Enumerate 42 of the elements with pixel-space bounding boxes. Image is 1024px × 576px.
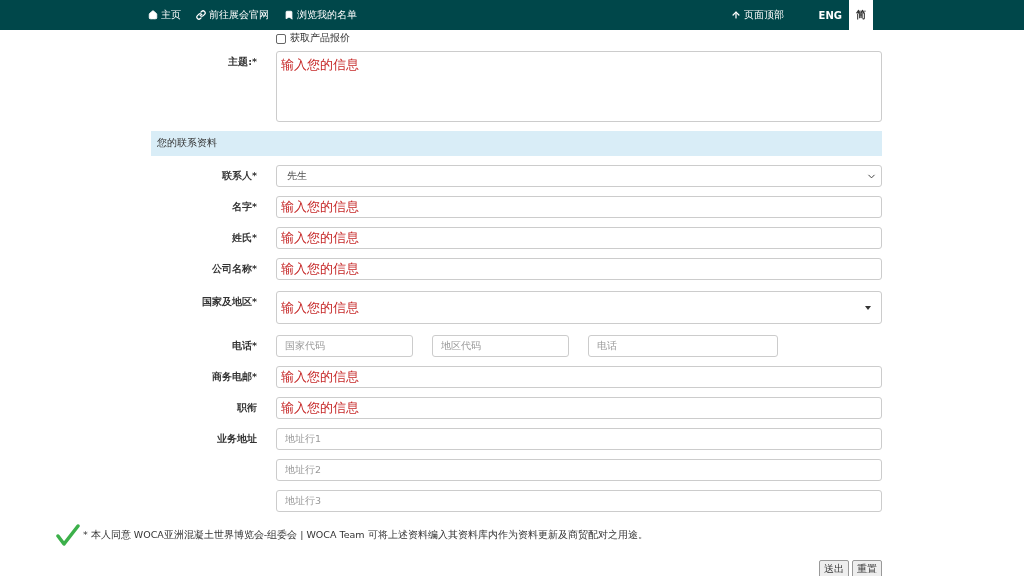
top-link[interactable]: 页面顶部 — [730, 0, 784, 30]
field-label: 名字* — [231, 200, 257, 214]
consent-text: * 本人同意 WOCA亚洲混凝土世界博览会-组委会 | WOCA Team 可将上述资料编入其资料库内作为资料更新及商贸配对之用途。 — [83, 528, 648, 542]
language-tab[interactable]: ENG — [811, 0, 849, 30]
field-label: 业务地址 — [216, 432, 257, 446]
field-label: 职衔 — [236, 401, 257, 415]
text-area[interactable]: 输入您的信息 — [276, 51, 882, 122]
field-label: 联系人* — [221, 169, 257, 183]
input-field[interactable]: 输入您的信息 — [276, 258, 882, 280]
dropdown-field[interactable]: 输入您的信息 — [276, 291, 882, 324]
language-tab[interactable]: 简 — [849, 0, 873, 30]
section-title: 您的联系资料 — [157, 137, 217, 150]
checkbox-label: 获取产品报价 — [290, 32, 350, 45]
checkbox[interactable] — [276, 33, 286, 44]
input-field[interactable]: 地址行2 — [276, 459, 882, 481]
field-label: 商务电邮* — [211, 370, 257, 384]
caret-icon — [865, 305, 871, 310]
field-label: 国家及地区* — [201, 295, 257, 309]
arrow-up-icon — [730, 10, 741, 20]
link-icon — [196, 10, 206, 20]
reset-button[interactable]: 重置 — [852, 560, 882, 576]
input-field[interactable]: 地址行3 — [276, 490, 882, 512]
input-field[interactable]: 地区代码 — [432, 335, 569, 357]
check-icon[interactable] — [56, 524, 80, 546]
bookmark-icon — [284, 10, 294, 20]
home-icon — [148, 10, 158, 20]
submit-button[interactable]: 送出 — [819, 560, 849, 576]
input-field[interactable]: 电话 — [588, 335, 778, 357]
input-field[interactable]: 地址行1 — [276, 428, 882, 450]
input-field[interactable]: 输入您的信息 — [276, 227, 882, 249]
select-field[interactable]: 先生 — [276, 165, 882, 187]
field-label: 主题:* — [227, 55, 257, 69]
field-label: 电话* — [231, 339, 257, 353]
input-field[interactable]: 输入您的信息 — [276, 366, 882, 388]
input-field[interactable]: 输入您的信息 — [276, 196, 882, 218]
nav-link[interactable]: 主页 — [148, 0, 181, 30]
field-label: 公司名称* — [211, 262, 257, 276]
input-field[interactable]: 输入您的信息 — [276, 397, 882, 419]
nav-link[interactable]: 前往展会官网 — [196, 0, 269, 30]
input-field[interactable]: 国家代码 — [276, 335, 413, 357]
nav-link[interactable]: 浏览我的名单 — [284, 0, 357, 30]
field-label: 姓氏* — [231, 231, 257, 245]
